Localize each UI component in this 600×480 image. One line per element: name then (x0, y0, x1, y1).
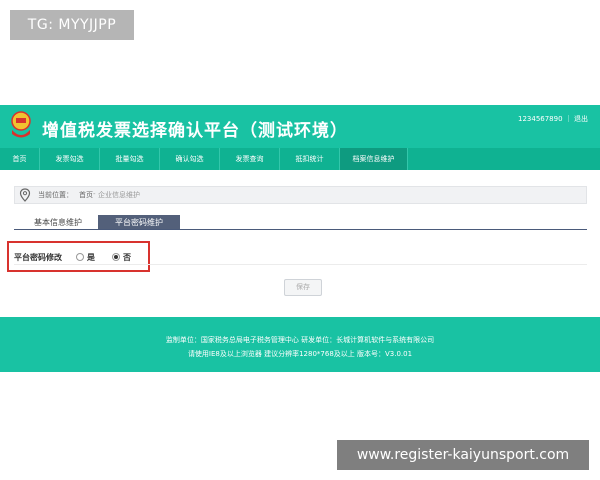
main-nav: 首页 发票勾选 批量勾选 确认勾选 发票查询 抵扣统计 档案信息维护 (0, 148, 600, 170)
radio-no[interactable] (112, 253, 120, 261)
footer-version: 请使用IE8及以上浏览器 建议分辨率1280*768及以上 版本号：V3.0.0… (187, 350, 413, 358)
save-button[interactable]: 保存 (284, 279, 322, 296)
nav-item-invoice-check[interactable]: 发票勾选 (40, 148, 100, 170)
tab-divider (14, 229, 587, 230)
user-info[interactable]: 1234567890 ｜ 退出 (518, 114, 588, 124)
password-change-label: 平台密码修改 (14, 253, 62, 262)
nav-item-deduction-stats[interactable]: 抵扣统计 (280, 148, 340, 170)
radio-no-label[interactable]: 否 (123, 252, 131, 263)
breadcrumb-current: 企业信息维护 (98, 191, 140, 199)
nav-item-invoice-query[interactable]: 发票查询 (220, 148, 280, 170)
nav-item-home[interactable]: 首页 (0, 148, 40, 170)
location-pin-icon (19, 188, 31, 202)
tax-emblem-icon (11, 111, 31, 138)
breadcrumb-separator: - (93, 190, 96, 198)
radio-yes-label[interactable]: 是 (87, 252, 95, 263)
watermark-bottom: www.register-kaiyunsport.com (337, 440, 589, 470)
footer-credits: 监制单位：国家税务总局电子税务管理中心 研发单位：长城计算机软件与系统有限公司 (165, 336, 435, 344)
nav-item-batch-check[interactable]: 批量勾选 (100, 148, 160, 170)
breadcrumb-home-link[interactable]: 首页 (79, 190, 93, 200)
radio-yes[interactable] (76, 253, 84, 261)
tab-basic-info[interactable]: 基本信息维护 (18, 215, 98, 230)
nav-item-archive-maintenance[interactable]: 档案信息维护 (340, 148, 408, 170)
tab-platform-password[interactable]: 平台密码维护 (98, 215, 180, 230)
nav-item-confirm-check[interactable]: 确认勾选 (160, 148, 220, 170)
section-divider (14, 264, 587, 265)
app-title: 增值税发票选择确认平台（测试环境） (42, 121, 348, 141)
watermark-top: TG: MYYJJPP (10, 10, 134, 40)
breadcrumb-label: 当前位置： (38, 191, 73, 199)
